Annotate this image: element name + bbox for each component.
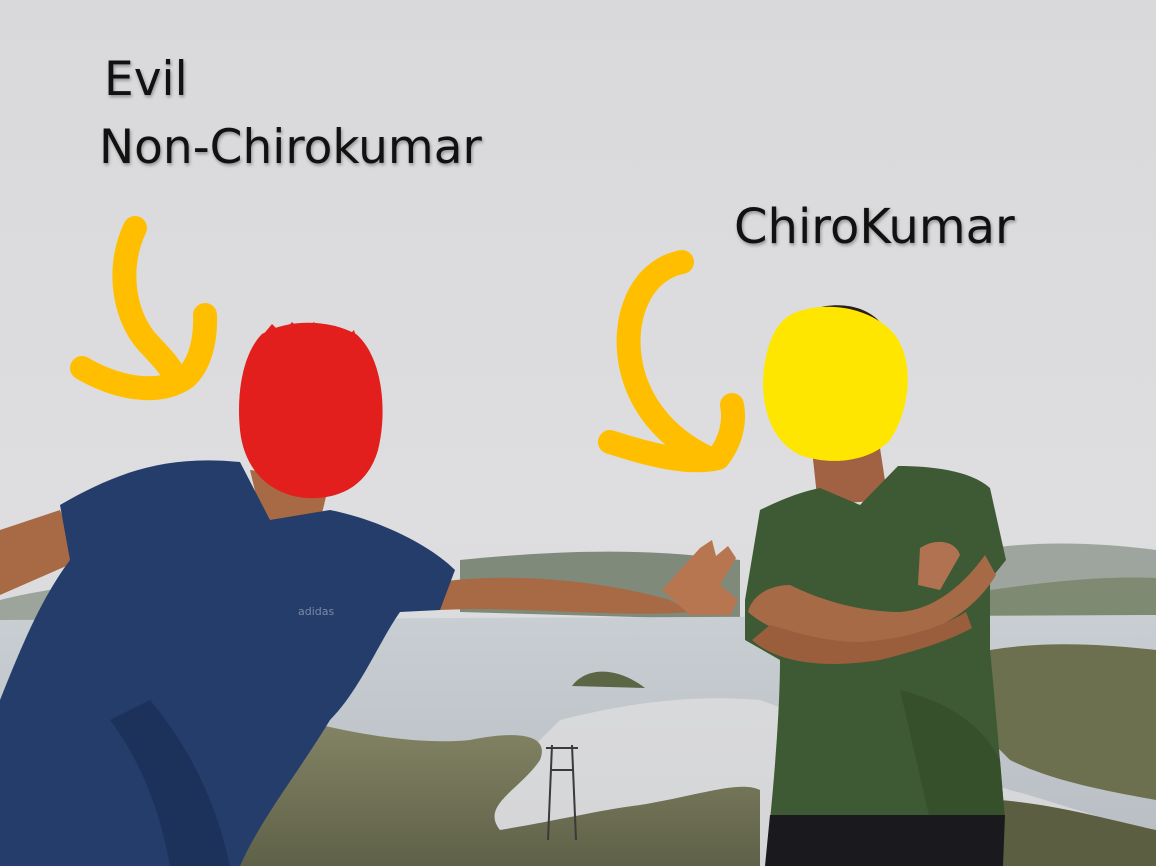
label-non-chirokumar: Non-Chirokumar (99, 120, 482, 175)
left-face-scribble (238, 322, 383, 499)
right-face-scribble (763, 306, 908, 461)
label-evil: Evil (104, 52, 188, 107)
shirt-logo: adidas (298, 605, 335, 618)
right-person-pants (765, 815, 1005, 866)
meme-photo: adidas Evil Non-Chirokumar ChiroKumar (0, 0, 1156, 866)
label-chirokumar: ChiroKumar (734, 199, 1015, 255)
